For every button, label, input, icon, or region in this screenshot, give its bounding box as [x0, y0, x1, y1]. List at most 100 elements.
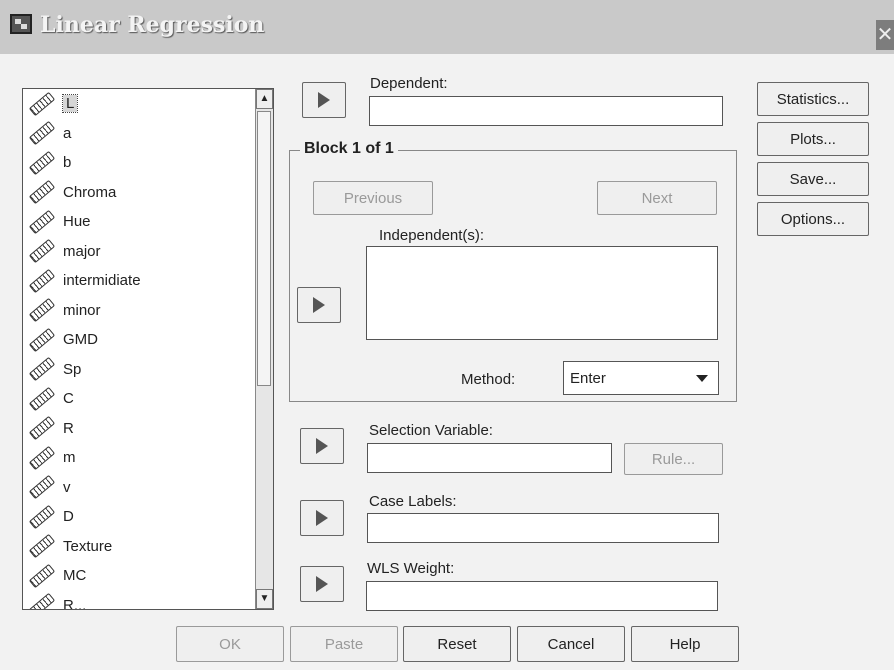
help-button[interactable]: Help — [631, 626, 739, 662]
independents-field[interactable] — [366, 246, 718, 340]
move-to-wls-weight-button[interactable] — [300, 566, 344, 602]
wls-weight-field[interactable] — [366, 581, 718, 611]
dropdown-arrow-icon — [696, 375, 708, 382]
scale-variable-icon — [28, 445, 56, 470]
variable-label: v — [63, 478, 71, 496]
rule-button[interactable]: Rule... — [624, 443, 723, 475]
app-icon — [10, 14, 32, 34]
variable-label: GMD — [63, 331, 98, 349]
variable-item[interactable]: R... — [23, 591, 255, 610]
variable-list[interactable]: La b Chroma Hue major intermidiate minor GMD Sp C… — [22, 88, 274, 610]
variable-item[interactable]: D — [23, 502, 255, 532]
arrow-right-icon — [316, 438, 328, 454]
block-title: Block 1 of 1 — [300, 140, 398, 158]
case-labels-field[interactable] — [367, 513, 719, 543]
next-button[interactable]: Next — [597, 181, 717, 215]
plots-button[interactable]: Plots... — [757, 122, 869, 156]
variable-item[interactable]: intermidiate — [23, 266, 255, 296]
variable-item[interactable]: Texture — [23, 532, 255, 562]
scale-variable-icon — [28, 504, 56, 529]
variable-label: C — [63, 390, 74, 408]
variable-label: a — [63, 124, 72, 142]
variable-label: minor — [63, 301, 101, 319]
case-labels-label: Case Labels: — [369, 493, 457, 510]
variable-item[interactable]: Chroma — [23, 178, 255, 208]
scale-variable-icon — [28, 563, 56, 588]
wls-weight-label: WLS Weight: — [367, 560, 455, 577]
arrow-right-icon — [316, 576, 328, 592]
scale-variable-icon — [28, 298, 56, 323]
variable-item[interactable]: GMD — [23, 325, 255, 355]
move-to-independents-button[interactable] — [297, 287, 341, 323]
scale-variable-icon — [28, 150, 56, 175]
scroll-thumb[interactable] — [257, 111, 271, 386]
variable-list-items: La b Chroma Hue major intermidiate minor GMD Sp C… — [23, 89, 255, 610]
options-button[interactable]: Options... — [757, 202, 869, 236]
variable-label: Hue — [63, 213, 91, 231]
variable-label: Sp — [63, 360, 82, 378]
scale-variable-icon — [28, 268, 56, 293]
variable-item[interactable]: m — [23, 443, 255, 473]
scale-variable-icon — [28, 239, 56, 264]
scroll-up-icon[interactable]: ▲ — [256, 89, 273, 109]
variable-label: major — [63, 242, 101, 260]
variable-item[interactable]: Hue — [23, 207, 255, 237]
independents-label: Independent(s): — [379, 227, 485, 244]
previous-button[interactable]: Previous — [313, 181, 433, 215]
variable-item[interactable]: L — [23, 89, 255, 119]
scale-variable-icon — [28, 91, 56, 116]
variable-item[interactable]: v — [23, 473, 255, 503]
scale-variable-icon — [28, 357, 56, 382]
method-select[interactable]: Enter — [563, 361, 719, 395]
scale-variable-icon — [28, 534, 56, 559]
variable-item[interactable]: a — [23, 119, 255, 149]
scale-variable-icon — [28, 386, 56, 411]
reset-button[interactable]: Reset — [403, 626, 511, 662]
variable-item[interactable]: C — [23, 384, 255, 414]
move-to-dependent-button[interactable] — [302, 82, 346, 118]
save-button[interactable]: Save... — [757, 162, 869, 196]
variable-label: intermidiate — [63, 272, 141, 290]
dependent-label: Dependent: — [370, 75, 448, 92]
variable-label: R — [63, 419, 74, 437]
scale-variable-icon — [28, 475, 56, 500]
variable-label: Texture — [63, 537, 113, 555]
move-to-selection-button[interactable] — [300, 428, 344, 464]
ok-button[interactable]: OK — [176, 626, 284, 662]
variable-item[interactable]: R — [23, 414, 255, 444]
scale-variable-icon — [28, 593, 56, 609]
title-bar: Linear Regression ✕ — [0, 0, 894, 54]
move-to-case-labels-button[interactable] — [300, 500, 344, 536]
selection-variable-label: Selection Variable: — [369, 422, 493, 439]
scale-variable-icon — [28, 416, 56, 441]
variable-label: D — [63, 508, 74, 526]
method-label: Method: — [461, 371, 516, 388]
arrow-right-icon — [318, 92, 330, 108]
dependent-field[interactable] — [369, 96, 723, 126]
scroll-down-icon[interactable]: ▼ — [256, 589, 273, 609]
arrow-right-icon — [316, 510, 328, 526]
cancel-button[interactable]: Cancel — [517, 626, 625, 662]
variable-list-scrollbar[interactable]: ▲ ▼ — [255, 89, 273, 609]
scale-variable-icon — [28, 180, 56, 205]
arrow-right-icon — [313, 297, 325, 313]
scale-variable-icon — [28, 209, 56, 234]
scale-variable-icon — [28, 327, 56, 352]
variable-item[interactable]: major — [23, 237, 255, 267]
method-value: Enter — [570, 369, 606, 387]
paste-button[interactable]: Paste — [290, 626, 398, 662]
variable-label: R... — [63, 596, 87, 610]
statistics-button[interactable]: Statistics... — [757, 82, 869, 116]
variable-label: m — [63, 449, 76, 467]
variable-label: Chroma — [63, 183, 117, 201]
variable-item[interactable]: minor — [23, 296, 255, 326]
close-icon[interactable]: ✕ — [876, 20, 894, 50]
variable-item[interactable]: MC — [23, 561, 255, 591]
variable-item[interactable]: b — [23, 148, 255, 178]
variable-item[interactable]: Sp — [23, 355, 255, 385]
selection-variable-field[interactable] — [367, 443, 612, 473]
scale-variable-icon — [28, 121, 56, 146]
variable-label: L — [61, 94, 79, 114]
variable-label: MC — [63, 567, 87, 585]
window-title: Linear Regression — [40, 12, 265, 38]
